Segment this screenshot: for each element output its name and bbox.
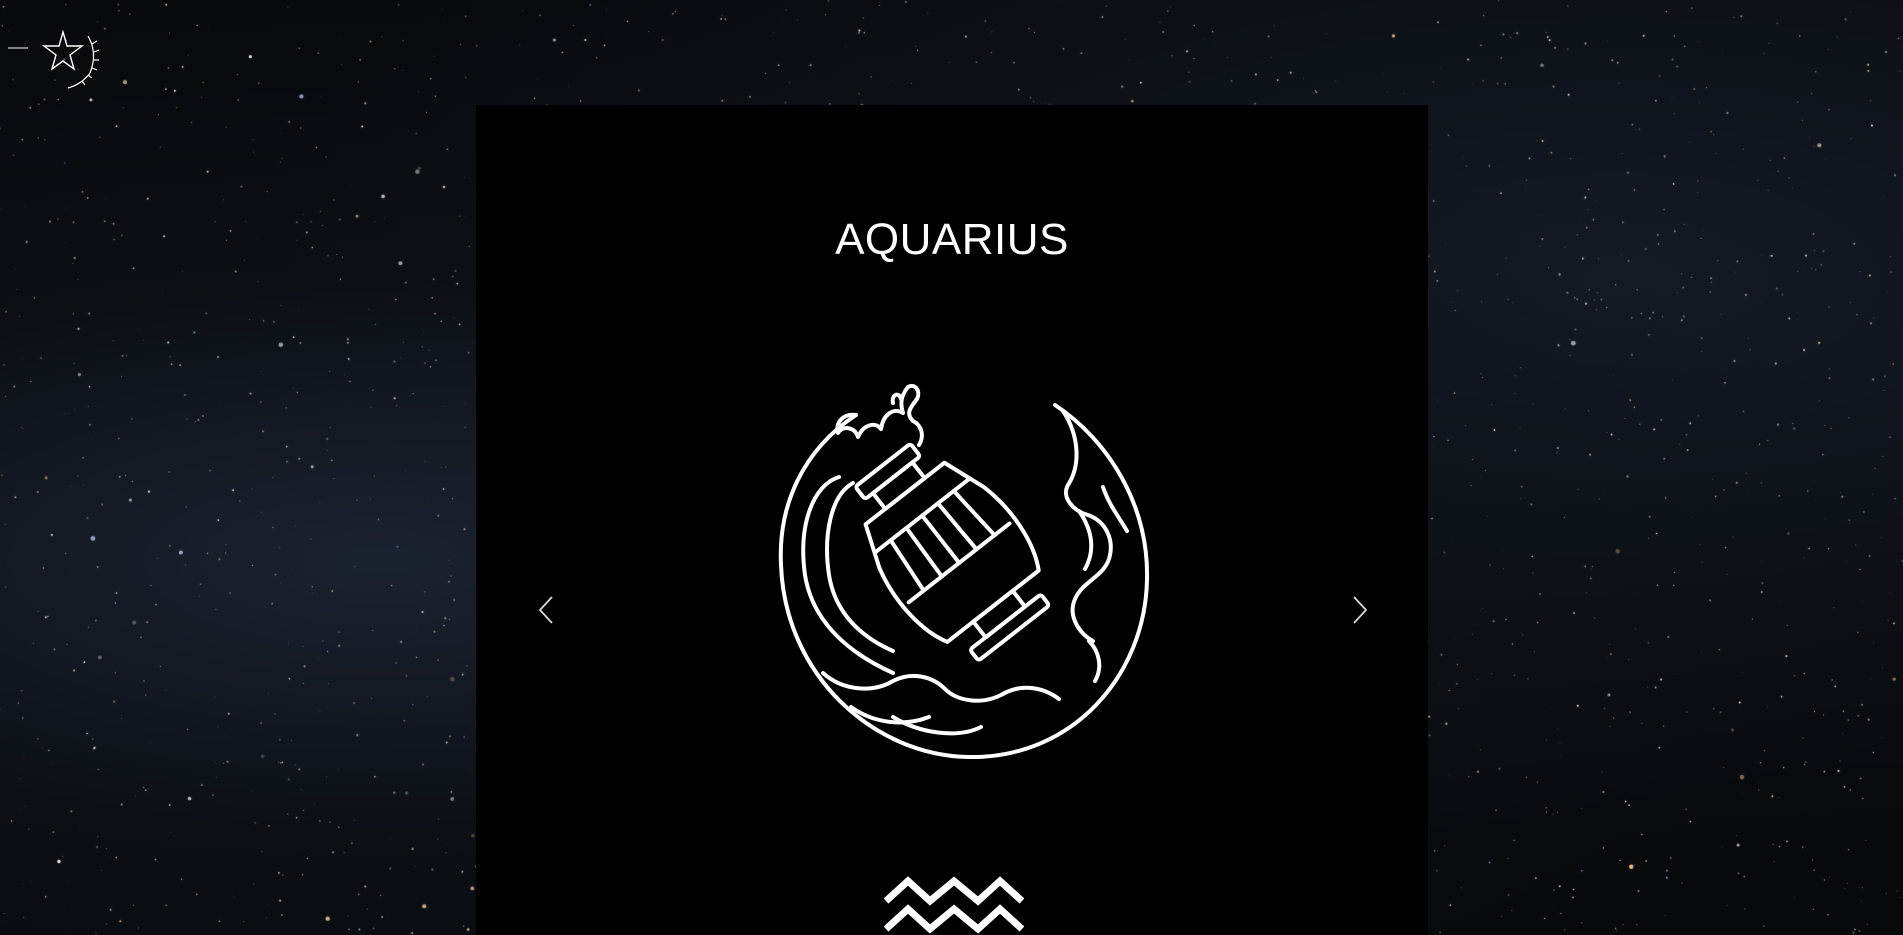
aquarius-water-bearer-icon	[778, 384, 1150, 760]
site-logo[interactable]	[8, 18, 104, 98]
carousel-prev-button[interactable]	[528, 585, 568, 635]
crescent-moon-star-logo-icon	[8, 28, 100, 89]
sign-title: AQUARIUS	[835, 215, 1069, 264]
aquarius-symbol-icon	[884, 876, 1024, 934]
page-background: AQUARIUS	[0, 0, 1903, 935]
chevron-left-icon	[538, 596, 553, 624]
chevron-right-icon	[1353, 596, 1368, 624]
carousel-next-button[interactable]	[1338, 585, 1378, 635]
zodiac-card: AQUARIUS	[476, 105, 1428, 935]
